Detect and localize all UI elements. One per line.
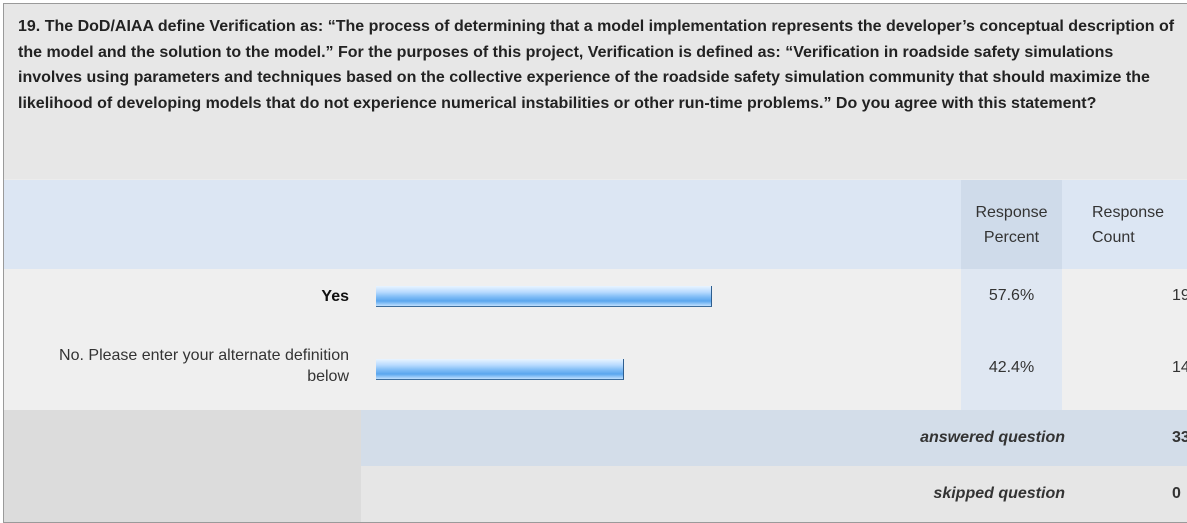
skipped-row: skipped question 0	[361, 466, 1187, 522]
footer-spacer	[4, 410, 361, 522]
response-rows: Yes 57.6% 19 No. Please enter your alter…	[4, 269, 1187, 410]
answered-count: 33	[1172, 429, 1187, 446]
survey-question-panel: 19. The DoD/AIAA define Verification as:…	[3, 3, 1187, 523]
response-percent-label: Response Percent	[975, 204, 1048, 246]
row-label: No. Please enter your alternate definiti…	[59, 347, 349, 385]
row-count: 14	[1172, 359, 1187, 376]
skipped-label: skipped question	[933, 485, 1065, 502]
table-header: Response Percent Response Count	[4, 180, 1187, 269]
response-count-header: Response Count	[1066, 180, 1187, 269]
response-bar	[376, 359, 624, 380]
response-bar	[376, 286, 712, 307]
row-percent: 42.4%	[988, 359, 1035, 376]
row-count: 19	[1172, 287, 1187, 304]
response-count-label: Response Count	[1092, 204, 1165, 246]
skipped-count: 0	[1172, 485, 1181, 502]
question-text: 19. The DoD/AIAA define Verification as:…	[4, 4, 1187, 179]
response-percent-header: Response Percent	[961, 180, 1062, 269]
row-label: Yes	[321, 288, 349, 305]
answered-label: answered question	[920, 429, 1065, 446]
summary-footer: answered question 33 skipped question 0	[4, 410, 1187, 522]
answered-row: answered question 33	[361, 410, 1187, 466]
row-percent: 57.6%	[988, 287, 1035, 304]
